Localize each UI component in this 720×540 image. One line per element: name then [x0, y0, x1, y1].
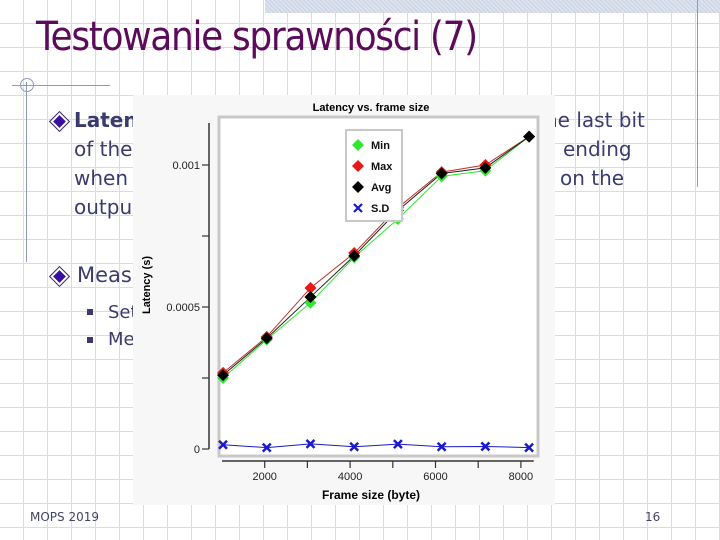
bullet-1-line4-left: outpu — [74, 195, 133, 219]
square-bullet-icon — [87, 337, 93, 343]
y-axis-label: Latency (s) — [141, 256, 153, 314]
chart-title: Latency vs. frame size — [313, 102, 430, 114]
legend-label: Max — [371, 161, 393, 173]
bullet-1-line2-right: ending — [563, 137, 632, 161]
y-tick-label: 0.001 — [172, 160, 200, 172]
x-tick-label: 2000 — [252, 471, 276, 483]
decorative-vertical-line-right — [697, 0, 698, 187]
bullet-1-line3-left: when — [74, 166, 129, 190]
bullet-1-line3-right: on the — [560, 166, 625, 190]
x-tick-label: 8000 — [509, 471, 533, 483]
x-tick-label: 6000 — [423, 471, 447, 483]
decorative-circle-icon — [20, 78, 34, 92]
x-axis-label: Frame size (byte) — [322, 488, 420, 502]
bullet-1-line2-left: of the — [74, 137, 133, 161]
decorative-vertical-line-left — [26, 82, 27, 262]
square-bullet-icon — [87, 309, 93, 315]
bullet-1-line1-right: he last bit — [545, 108, 645, 132]
bullet-2-lead: Meas — [77, 263, 132, 287]
y-tick-label: 0.0005 — [166, 302, 200, 314]
footer-text: MOPS 2019 — [30, 510, 100, 524]
page-number: 16 — [645, 510, 661, 524]
chart-svg: Latency vs. frame size Frame size (byte)… — [141, 102, 540, 502]
bullet-1-lead: Laten — [74, 108, 138, 132]
x-tick-label: 4000 — [338, 471, 362, 483]
sub-item-2: Me — [108, 329, 135, 350]
y-tick-label: 0 — [194, 444, 200, 456]
legend-label: Avg — [371, 182, 391, 194]
diamond-bullet-icon — [48, 110, 71, 133]
chart-legend: Min Max Avg S.D — [345, 129, 403, 222]
slide-title: Testowanie sprawności (7) — [36, 14, 478, 60]
legend-label: S.D — [371, 203, 389, 215]
latency-chart: Latency vs. frame size Frame size (byte)… — [133, 95, 555, 505]
diamond-bullet-icon — [48, 265, 71, 288]
header-hatch-band — [265, 0, 720, 13]
legend-label: Min — [371, 140, 390, 152]
